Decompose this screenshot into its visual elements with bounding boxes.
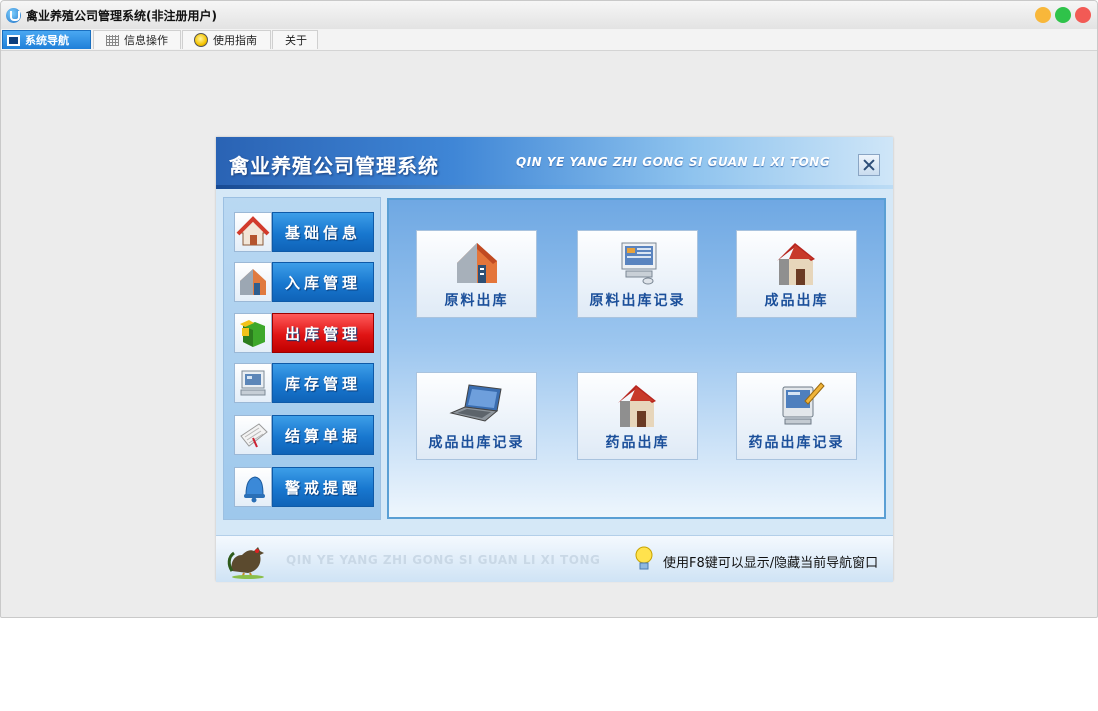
sidebar-item-settlement[interactable]: 结算单据	[234, 415, 374, 455]
sidebar-item-outbound[interactable]: 出库管理	[234, 313, 374, 353]
sidebar-item-basic-info[interactable]: 基础信息	[234, 212, 374, 252]
rooster-icon	[227, 547, 264, 579]
computer-icon	[621, 242, 656, 285]
house-icon	[776, 243, 815, 285]
sidebar-item-alert[interactable]: 警戒提醒	[234, 467, 374, 507]
tab-about[interactable]: 关于	[272, 30, 318, 49]
navigation-dialog: 禽业养殖公司管理系统 QIN YE YANG ZHI GONG SI GUAN …	[216, 137, 893, 582]
monitor-icon	[7, 34, 20, 46]
monitor-pen-icon	[782, 382, 825, 425]
sidebar-item-label: 出库管理	[284, 324, 361, 343]
home-icon	[234, 212, 272, 252]
tile-finished-goods-outbound-records[interactable]: 成品出库记录	[416, 372, 537, 460]
sidebar-item-label: 入库管理	[284, 273, 361, 292]
tab-user-guide[interactable]: 使用指南	[182, 30, 271, 49]
sidebar: 基础信息 入库管理 出库管理 库存管理 结算单据 警戒提醒	[223, 197, 381, 520]
warehouse-icon	[456, 243, 497, 283]
main-tile-panel: 原料出库 原料出库记录 成品出库 成品出库记录 药品出库 药品出库记录	[387, 198, 886, 519]
footer-watermark: QIN YE YANG ZHI GONG SI GUAN LI XI TONG	[286, 553, 601, 567]
close-window-button[interactable]	[1075, 7, 1091, 23]
minimize-button[interactable]	[1035, 7, 1051, 23]
maximize-button[interactable]	[1055, 7, 1071, 23]
tile-raw-material-outbound-records[interactable]: 原料出库记录	[577, 230, 698, 318]
grid-icon	[106, 34, 119, 46]
lightbulb-icon	[635, 546, 653, 570]
tab-label: 系统导航	[25, 34, 69, 47]
app-window: 禽业养殖公司管理系统(非注册用户) 系统导航 信息操作 使用指南 关于 禽业养殖…	[0, 0, 1098, 618]
tile-medicine-outbound[interactable]: 药品出库	[577, 372, 698, 460]
tab-system-nav[interactable]: 系统导航	[2, 30, 91, 49]
laptop-icon	[448, 384, 502, 422]
tab-label: 关于	[285, 34, 307, 47]
bell-icon	[234, 467, 272, 507]
bulb-icon	[194, 33, 208, 47]
document-icon	[234, 415, 272, 455]
window-title: 禽业养殖公司管理系统(非注册用户)	[26, 9, 217, 23]
tab-label: 使用指南	[213, 34, 257, 47]
app-logo-icon	[6, 8, 21, 23]
dialog-header: 禽业养殖公司管理系统 QIN YE YANG ZHI GONG SI GUAN …	[216, 137, 893, 189]
package-icon	[234, 313, 272, 353]
tile-label: 原料出库	[444, 293, 509, 309]
house-icon	[617, 385, 656, 427]
sidebar-item-label: 警戒提醒	[284, 478, 361, 497]
sidebar-item-inbound[interactable]: 入库管理	[234, 262, 374, 302]
tile-label: 药品出库	[605, 435, 670, 451]
tile-raw-material-outbound[interactable]: 原料出库	[416, 230, 537, 318]
tab-bar: 系统导航 信息操作 使用指南 关于	[1, 29, 1097, 51]
tile-label: 成品出库记录	[428, 435, 525, 451]
dialog-close-button[interactable]	[858, 154, 880, 176]
tile-medicine-outbound-records[interactable]: 药品出库记录	[736, 372, 857, 460]
f8-hint-text: 使用F8键可以显示/隐藏当前导航窗口	[663, 556, 879, 571]
dialog-footer: QIN YE YANG ZHI GONG SI GUAN LI XI TONG …	[216, 535, 893, 582]
tile-finished-goods-outbound[interactable]: 成品出库	[736, 230, 857, 318]
tab-label: 信息操作	[124, 34, 168, 47]
tile-label: 药品出库记录	[748, 435, 845, 451]
warehouse-icon	[234, 262, 272, 302]
computer-icon	[234, 363, 272, 403]
tile-label: 成品出库	[764, 293, 829, 309]
title-bar: 禽业养殖公司管理系统(非注册用户)	[1, 1, 1097, 29]
dialog-title: 禽业养殖公司管理系统	[229, 154, 439, 178]
tile-label: 原料出库记录	[589, 293, 686, 309]
sidebar-item-label: 库存管理	[284, 374, 361, 393]
sidebar-item-label: 基础信息	[284, 223, 361, 242]
tab-info-ops[interactable]: 信息操作	[93, 30, 181, 49]
sidebar-item-label: 结算单据	[284, 426, 361, 445]
sidebar-item-inventory[interactable]: 库存管理	[234, 363, 374, 403]
dialog-subtitle: QIN YE YANG ZHI GONG SI GUAN LI XI TONG	[516, 155, 831, 169]
